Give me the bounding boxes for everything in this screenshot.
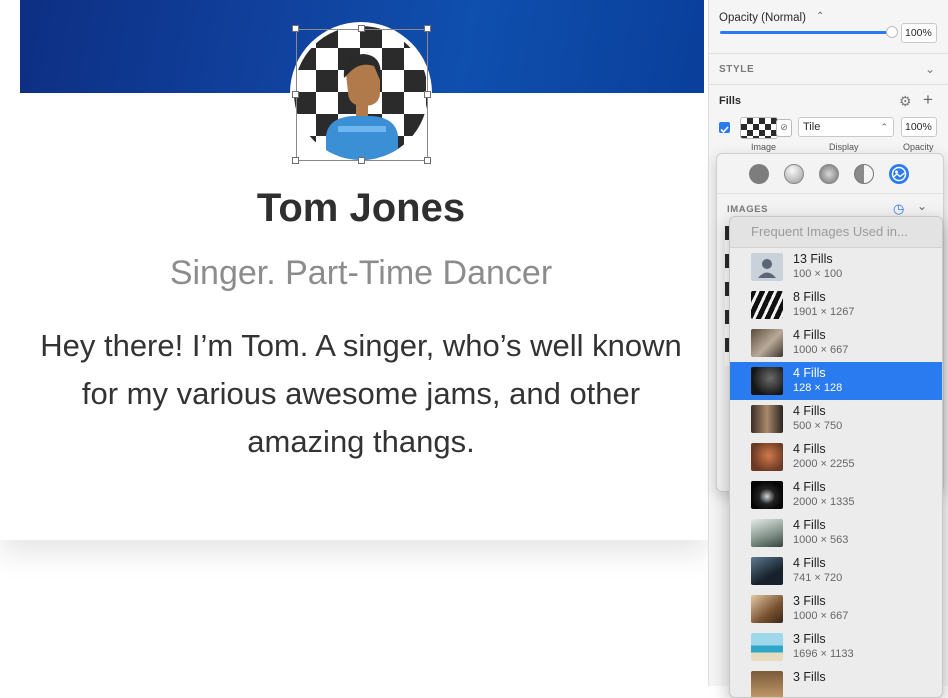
checkmark-icon — [720, 126, 729, 134]
image-dimensions: 500 × 750 — [793, 420, 843, 432]
image-fill-count: 4 Fills — [793, 480, 826, 494]
fill-image-caption: Image — [751, 142, 777, 152]
image-thumbnail — [751, 519, 783, 547]
profile-bio[interactable]: Hey there! I’m Tom. A singer, who’s well… — [22, 322, 700, 466]
blend-mode-chevron-icon[interactable]: ⌃ — [816, 11, 824, 22]
image-thumbnail — [751, 253, 783, 281]
image-thumbnail — [751, 633, 783, 661]
divider — [709, 53, 948, 54]
recent-images-clock-icon[interactable]: ◷ — [893, 201, 904, 217]
image-dimensions: 2000 × 1335 — [793, 496, 855, 508]
image-dimensions: 128 × 128 — [793, 382, 843, 394]
frequent-image-item[interactable]: 4 Fills 2000 × 1335 — [730, 476, 942, 514]
image-thumbnail — [751, 671, 783, 697]
profile-tagline[interactable]: Singer. Part-Time Dancer — [0, 254, 708, 293]
image-fill-count: 4 Fills — [793, 328, 826, 342]
add-fill-plus-icon[interactable]: + — [923, 90, 933, 110]
image-dimensions: 1696 × 1133 — [793, 648, 854, 660]
image-thumbnail — [751, 291, 783, 319]
fill-enabled-checkbox[interactable] — [719, 122, 730, 134]
image-fill-count: 3 Fills — [793, 670, 826, 684]
divider — [709, 84, 948, 85]
image-fill-count: 4 Fills — [793, 404, 826, 418]
resize-handle-top[interactable] — [358, 25, 365, 32]
image-thumbnail — [751, 557, 783, 585]
fill-opacity-caption: Opacity — [903, 142, 934, 152]
opacity-slider-fill — [720, 31, 892, 34]
fills-header: Fills — [719, 95, 742, 107]
image-fill-count: 4 Fills — [793, 442, 826, 456]
image-fill-count: 13 Fills — [793, 252, 833, 266]
image-fill-glyph-icon — [891, 166, 907, 182]
opacity-slider-knob[interactable] — [886, 26, 898, 38]
image-fill-count: 3 Fills — [793, 594, 826, 608]
style-header[interactable]: STYLE — [719, 64, 754, 75]
frequent-image-item[interactable]: 3 Fills 1696 × 1133 — [730, 628, 942, 666]
selection-box — [296, 29, 428, 161]
linear-gradient-icon[interactable] — [784, 164, 804, 184]
resize-handle-top-left[interactable] — [292, 25, 299, 32]
image-dimensions: 741 × 720 — [793, 572, 843, 584]
resize-handle-left[interactable] — [292, 91, 299, 98]
opacity-slider[interactable] — [720, 26, 898, 38]
images-chevron-down-icon[interactable]: ⌄ — [917, 199, 927, 213]
fill-display-caption: Display — [829, 142, 859, 152]
design-canvas[interactable]: Tom Jones Singer. Part-Time Dancer Hey t… — [0, 0, 708, 686]
frequent-image-item[interactable]: 3 Fills 1000 × 667 — [730, 590, 942, 628]
fill-opacity-field[interactable]: 100% — [901, 117, 937, 137]
frequent-images-title: Frequent Images Used in... — [751, 224, 908, 239]
image-dimensions: 2000 × 2255 — [793, 458, 855, 470]
image-thumbnail — [751, 595, 783, 623]
opacity-field[interactable]: 100% — [901, 23, 937, 43]
frequent-images-menu-header: Frequent Images Used in... — [730, 217, 942, 248]
opacity-blend-label[interactable]: Opacity (Normal) — [719, 12, 806, 24]
frequent-image-item[interactable]: 13 Fills 100 × 100 — [730, 248, 942, 286]
image-thumbnail — [751, 405, 783, 433]
images-header: IMAGES — [727, 204, 769, 215]
image-dimensions: 1000 × 563 — [793, 534, 849, 546]
fill-display-select[interactable]: Tile ⌃ — [798, 117, 894, 137]
image-thumbnail — [751, 481, 783, 509]
frequent-image-item[interactable]: 4 Fills 128 × 128 — [730, 362, 942, 400]
frequent-image-item[interactable]: 4 Fills 1000 × 667 — [730, 324, 942, 362]
image-fill-count: 8 Fills — [793, 290, 826, 304]
frequent-image-item[interactable]: 8 Fills 1901 × 1267 — [730, 286, 942, 324]
user-silhouette-icon — [758, 259, 776, 278]
resize-handle-right[interactable] — [424, 91, 431, 98]
solid-fill-icon[interactable] — [749, 164, 769, 184]
resize-handle-top-right[interactable] — [424, 25, 431, 32]
image-link-icon[interactable]: ⊘ — [776, 119, 792, 137]
image-dimensions: 1000 × 667 — [793, 610, 849, 622]
image-dimensions: 100 × 100 — [793, 268, 843, 280]
image-thumbnail — [751, 329, 783, 357]
frequent-image-item[interactable]: 4 Fills 741 × 720 — [730, 552, 942, 590]
fill-settings-gear-icon[interactable]: ⚙ — [899, 93, 912, 110]
style-chevron-down-icon[interactable]: ⌄ — [925, 62, 935, 76]
divider — [717, 193, 943, 194]
resize-handle-bottom-right[interactable] — [424, 157, 431, 164]
fill-display-value: Tile — [803, 121, 821, 133]
image-thumbnail — [751, 367, 783, 395]
resize-handle-bottom-left[interactable] — [292, 157, 299, 164]
image-fill-count: 4 Fills — [793, 366, 826, 380]
frequent-image-item[interactable]: 4 Fills 1000 × 563 — [730, 514, 942, 552]
image-dimensions: 1000 × 667 — [793, 344, 849, 356]
angular-gradient-icon[interactable] — [854, 164, 874, 184]
image-fill-icon[interactable] — [889, 164, 909, 184]
resize-handle-bottom[interactable] — [358, 157, 365, 164]
image-fill-count: 3 Fills — [793, 632, 826, 646]
frequent-images-menu: Frequent Images Used in... 13 Fills 100 ×… — [729, 216, 943, 698]
image-fill-count: 4 Fills — [793, 518, 826, 532]
image-fill-count: 4 Fills — [793, 556, 826, 570]
frequent-image-item[interactable]: 4 Fills 500 × 750 — [730, 400, 942, 438]
image-thumbnail — [751, 443, 783, 471]
fill-image-swatch[interactable] — [740, 117, 778, 139]
frequent-image-item[interactable]: 4 Fills 2000 × 2255 — [730, 438, 942, 476]
display-stepper-icon: ⌃ — [880, 122, 888, 132]
profile-name[interactable]: Tom Jones — [0, 186, 708, 231]
image-dimensions: 1901 × 1267 — [793, 306, 855, 318]
radial-gradient-icon[interactable] — [819, 164, 839, 184]
artboard[interactable]: Tom Jones Singer. Part-Time Dancer Hey t… — [0, 0, 708, 540]
frequent-image-item[interactable]: 3 Fills — [730, 666, 942, 697]
